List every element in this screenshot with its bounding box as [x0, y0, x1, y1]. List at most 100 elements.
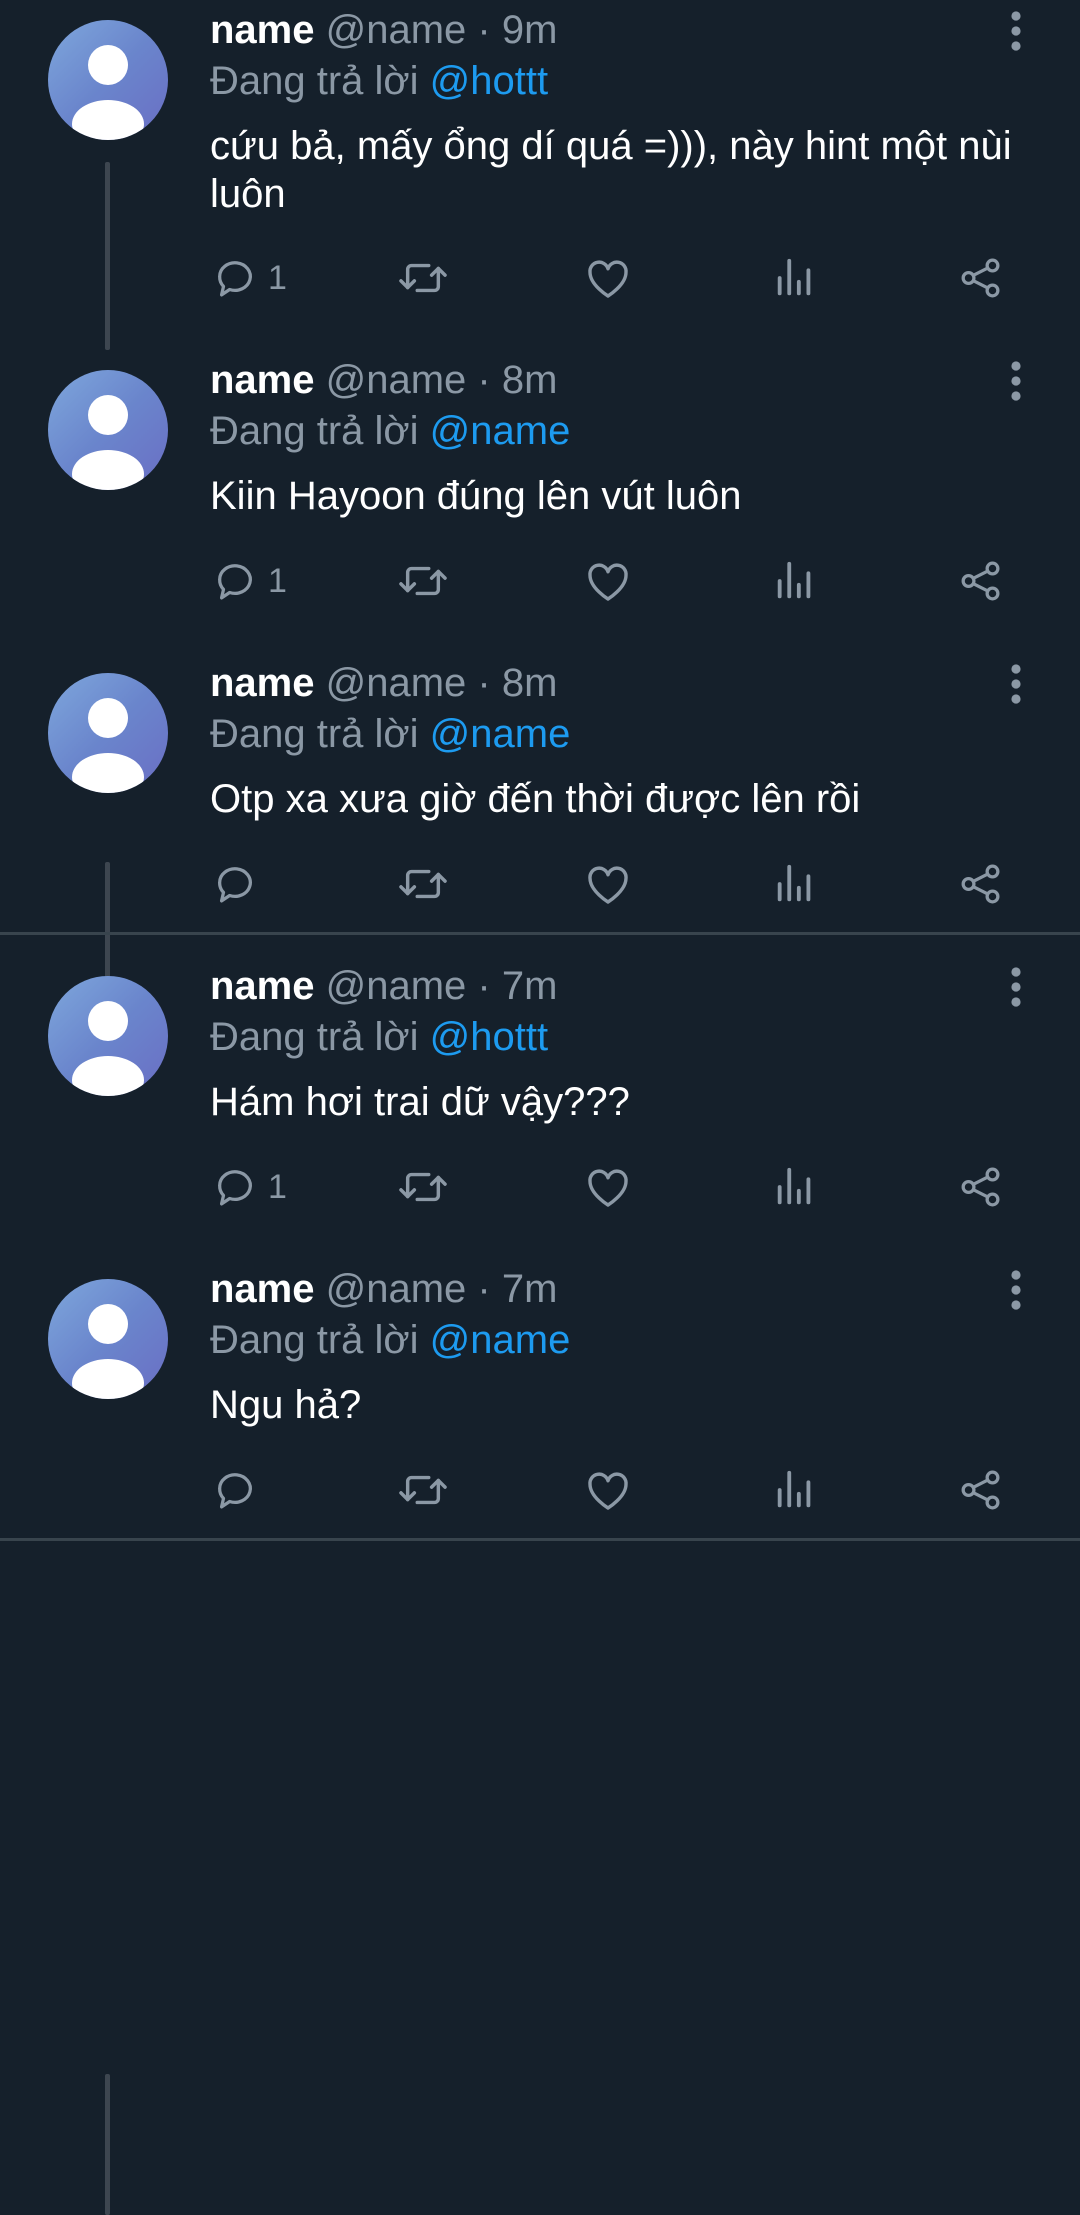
author-name[interactable]: name — [210, 8, 315, 52]
replying-to-line: Đang trả lời @hottt — [210, 1013, 548, 1061]
author-name[interactable]: name — [210, 661, 315, 705]
avatar[interactable] — [48, 1279, 168, 1399]
share-button[interactable] — [958, 1460, 1004, 1520]
author-handle[interactable]: @name — [326, 8, 467, 52]
views-button[interactable] — [772, 551, 818, 611]
avatar[interactable] — [48, 20, 168, 140]
tweet-text: Otp xa xưa giờ đến thời được lên rồi — [210, 777, 861, 821]
like-button[interactable] — [584, 1460, 632, 1520]
reply-count: 1 — [268, 258, 287, 297]
more-options-button[interactable] — [996, 1265, 1036, 1315]
share-button[interactable] — [958, 551, 1004, 611]
replying-to-mention[interactable]: @name — [430, 1318, 571, 1362]
separator-dot: · — [477, 8, 491, 52]
share-button[interactable] — [958, 248, 1004, 308]
like-button[interactable] — [584, 248, 632, 308]
replying-to-mention[interactable]: @name — [430, 712, 571, 756]
author-name[interactable]: name — [210, 964, 315, 1008]
views-button[interactable] — [772, 1157, 818, 1217]
reply-icon — [212, 1164, 258, 1210]
reply-button[interactable]: 1 — [212, 551, 287, 611]
share-icon — [958, 1467, 1004, 1513]
tweet-actions — [0, 1460, 1080, 1520]
replying-to-mention[interactable]: @hottt — [430, 59, 548, 103]
author-handle[interactable]: @name — [326, 661, 467, 705]
tweet-actions: 1 — [0, 551, 1080, 611]
replying-to-mention[interactable]: @name — [430, 409, 571, 453]
views-button[interactable] — [772, 248, 818, 308]
timestamp[interactable]: 7m — [502, 1267, 558, 1311]
replying-to-label: Đang trả lời — [210, 1318, 419, 1362]
retweet-button[interactable] — [396, 551, 450, 611]
views-button[interactable] — [772, 854, 818, 914]
like-button[interactable] — [584, 854, 632, 914]
replying-to-label: Đang trả lời — [210, 712, 419, 756]
like-button[interactable] — [584, 551, 632, 611]
heart-icon — [584, 1467, 632, 1513]
views-icon — [772, 255, 818, 301]
share-icon — [958, 861, 1004, 907]
author-handle[interactable]: @name — [326, 964, 467, 1008]
tweet-header: name @name · 8m — [210, 659, 557, 707]
tweet-header: name @name · 8m — [210, 356, 557, 404]
default-avatar-icon — [48, 20, 168, 140]
views-icon — [772, 861, 818, 907]
section-divider — [0, 932, 1080, 935]
share-icon — [958, 255, 1004, 301]
replying-to-line: Đang trả lời @name — [210, 1316, 570, 1364]
reply-count: 1 — [268, 561, 287, 600]
tweet-text: Hám hơi trai dữ vậy??? — [210, 1080, 630, 1124]
replying-to-line: Đang trả lời @name — [210, 407, 570, 455]
default-avatar-icon — [48, 976, 168, 1096]
more-options-button[interactable] — [996, 356, 1036, 406]
tweet-actions: 1 — [0, 248, 1080, 308]
more-vertical-icon — [996, 967, 1036, 1016]
reply-icon — [212, 255, 258, 301]
heart-icon — [584, 255, 632, 301]
timestamp[interactable]: 7m — [502, 964, 558, 1008]
retweet-button[interactable] — [396, 1157, 450, 1217]
more-vertical-icon — [996, 1270, 1036, 1319]
more-options-button[interactable] — [996, 659, 1036, 709]
timestamp[interactable]: 8m — [502, 661, 558, 705]
separator-dot: · — [477, 1267, 491, 1311]
reply-button[interactable]: 1 — [212, 1157, 287, 1217]
replying-to-label: Đang trả lời — [210, 409, 419, 453]
more-vertical-icon — [996, 361, 1036, 410]
timestamp[interactable]: 9m — [502, 8, 558, 52]
replying-to-mention[interactable]: @hottt — [430, 1015, 548, 1059]
reply-icon — [212, 558, 258, 604]
views-button[interactable] — [772, 1460, 818, 1520]
avatar[interactable] — [48, 976, 168, 1096]
more-options-button[interactable] — [996, 6, 1036, 56]
reply-button[interactable] — [212, 1460, 268, 1520]
reply-button[interactable] — [212, 854, 268, 914]
author-handle[interactable]: @name — [326, 1267, 467, 1311]
tweet-header: name @name · 7m — [210, 1265, 557, 1313]
default-avatar-icon — [48, 370, 168, 490]
retweet-button[interactable] — [396, 248, 450, 308]
like-button[interactable] — [584, 1157, 632, 1217]
share-button[interactable] — [958, 854, 1004, 914]
reply-button[interactable]: 1 — [212, 248, 287, 308]
author-handle[interactable]: @name — [326, 358, 467, 402]
thread-connector-line — [105, 2074, 110, 2215]
replying-to-line: Đang trả lời @hottt — [210, 57, 548, 105]
tweet-actions — [0, 854, 1080, 914]
separator-dot: · — [477, 964, 491, 1008]
avatar[interactable] — [48, 370, 168, 490]
author-name[interactable]: name — [210, 1267, 315, 1311]
retweet-icon — [396, 1467, 450, 1513]
conversation-thread: { "tweets": [ { "author": "name", "handl… — [0, 0, 1080, 2215]
replying-to-label: Đang trả lời — [210, 1015, 419, 1059]
share-button[interactable] — [958, 1157, 1004, 1217]
timestamp[interactable]: 8m — [502, 358, 558, 402]
author-name[interactable]: name — [210, 358, 315, 402]
tweet-text: cứu bả, mấy ổng dí quá =))), này hint mộ… — [210, 124, 1012, 216]
section-divider — [0, 1538, 1080, 1541]
more-options-button[interactable] — [996, 962, 1036, 1012]
views-icon — [772, 1467, 818, 1513]
retweet-button[interactable] — [396, 854, 450, 914]
avatar[interactable] — [48, 673, 168, 793]
retweet-button[interactable] — [396, 1460, 450, 1520]
